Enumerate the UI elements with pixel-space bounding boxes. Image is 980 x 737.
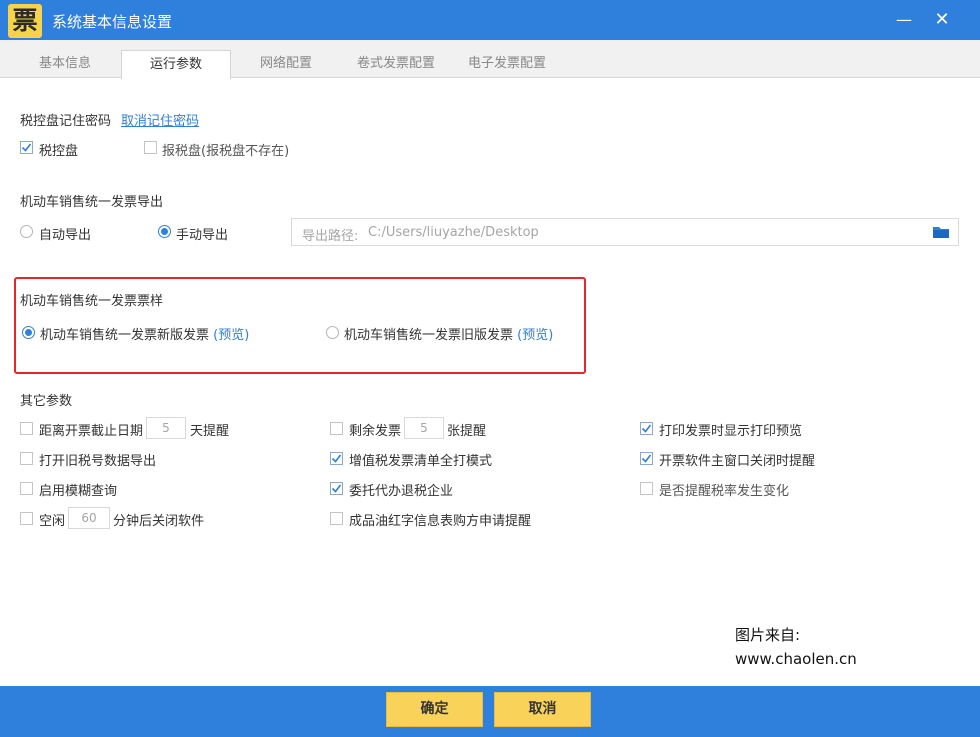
title-bar: 票 系统基本信息设置 — ✕ xyxy=(0,0,980,40)
close-icon[interactable]: ✕ xyxy=(930,8,954,32)
check-icon xyxy=(641,454,652,463)
manual-export-radio[interactable] xyxy=(158,225,171,238)
oil-red-info-label: 成品油红字信息表购方申请提醒 xyxy=(349,514,532,529)
tax-report-disk-checkbox[interactable] xyxy=(144,141,157,154)
cancel-button[interactable]: 取消 xyxy=(494,692,591,727)
tax-control-disk-checkbox[interactable] xyxy=(20,141,33,154)
vat-list-print-checkbox[interactable] xyxy=(330,452,343,465)
check-icon xyxy=(331,454,342,463)
export-path-field[interactable]: 导出路径: C:/Users/liuyazhe/Desktop xyxy=(291,218,959,246)
new-template-radio[interactable] xyxy=(22,326,35,339)
oil-red-info-checkbox[interactable] xyxy=(330,512,343,525)
close-reminder-checkbox[interactable] xyxy=(640,452,653,465)
tax-control-disk-label: 税控盘 xyxy=(39,144,79,159)
auto-export-radio[interactable] xyxy=(20,225,33,238)
old-tax-export-checkbox[interactable] xyxy=(20,452,33,465)
idle-minutes-input[interactable]: 60 xyxy=(68,507,110,529)
auto-export-label: 自动导出 xyxy=(39,228,92,243)
vat-list-print-label: 增值税发票清单全打模式 xyxy=(349,454,493,469)
close-reminder-label: 开票软件主窗口关闭时提醒 xyxy=(659,454,816,469)
confirm-button[interactable]: 确定 xyxy=(386,692,483,727)
idle-close-suffix: 分钟后关闭软件 xyxy=(113,514,205,529)
new-template-option: 机动车销售统一发票新版发票 (预览) xyxy=(40,324,249,343)
app-logo-icon: 票 xyxy=(8,4,42,38)
deadline-reminder-suffix: 天提醒 xyxy=(190,424,230,439)
remaining-invoice-prefix: 剩余发票 xyxy=(349,424,402,439)
check-icon xyxy=(641,424,652,433)
watermark-line2: www.chaolen.cn xyxy=(735,650,857,668)
cancel-remember-password-link[interactable]: 取消记住密码 xyxy=(121,110,199,129)
old-tax-export-label: 打开旧税号数据导出 xyxy=(39,454,157,469)
print-preview-checkbox[interactable] xyxy=(640,422,653,435)
deadline-days-input[interactable]: 5 xyxy=(146,417,186,439)
idle-close-checkbox[interactable] xyxy=(20,512,33,525)
tax-rate-change-checkbox[interactable] xyxy=(640,482,653,495)
tab-basic-info[interactable]: 基本信息 xyxy=(10,52,120,78)
entrusted-refund-checkbox[interactable] xyxy=(330,482,343,495)
fuzzy-search-label: 启用模糊查询 xyxy=(39,484,118,499)
manual-export-label: 手动导出 xyxy=(176,228,229,243)
folder-icon[interactable] xyxy=(932,224,950,240)
old-template-option: 机动车销售统一发票旧版发票 (预览) xyxy=(344,324,553,343)
print-preview-label: 打印发票时显示打印预览 xyxy=(659,424,803,439)
tax-report-disk-label: 报税盘(报税盘不存在) xyxy=(162,144,290,159)
new-template-preview-link[interactable]: (预览) xyxy=(213,328,249,343)
check-icon xyxy=(21,143,32,152)
tab-network[interactable]: 网络配置 xyxy=(232,52,340,78)
check-icon xyxy=(331,484,342,493)
tab-run-params[interactable]: 运行参数 xyxy=(121,50,231,79)
export-path-label: 导出路径: xyxy=(302,229,359,244)
export-path-value: C:/Users/liuyazhe/Desktop xyxy=(368,225,539,240)
idle-close-prefix: 空闲 xyxy=(39,514,66,529)
new-template-label: 机动车销售统一发票新版发票 xyxy=(40,328,210,343)
deadline-reminder-prefix: 距离开票截止日期 xyxy=(39,424,144,439)
other-params-title: 其它参数 xyxy=(20,394,73,409)
watermark-line1: 图片来自: xyxy=(735,626,801,644)
old-template-radio[interactable] xyxy=(326,326,339,339)
remaining-invoice-suffix: 张提醒 xyxy=(447,424,487,439)
remaining-invoice-checkbox[interactable] xyxy=(330,422,343,435)
vehicle-export-title: 机动车销售统一发票导出 xyxy=(20,195,164,210)
footer-bar: 确定 取消 xyxy=(0,686,980,737)
tab-e-invoice[interactable]: 电子发票配置 xyxy=(452,52,562,78)
tax-rate-change-label: 是否提醒税率发生变化 xyxy=(659,484,790,499)
old-template-label: 机动车销售统一发票旧版发票 xyxy=(344,328,514,343)
entrusted-refund-label: 委托代办退税企业 xyxy=(349,484,454,499)
minimize-icon[interactable]: — xyxy=(892,8,916,32)
window-title: 系统基本信息设置 xyxy=(52,13,173,31)
tab-bar: 基本信息 运行参数 网络配置 卷式发票配置 电子发票配置 xyxy=(0,40,980,79)
remaining-invoice-input[interactable]: 5 xyxy=(404,417,444,439)
vehicle-template-title: 机动车销售统一发票票样 xyxy=(20,294,164,309)
deadline-reminder-checkbox[interactable] xyxy=(20,422,33,435)
fuzzy-search-checkbox[interactable] xyxy=(20,482,33,495)
tab-roll-invoice[interactable]: 卷式发票配置 xyxy=(341,52,451,78)
old-template-preview-link[interactable]: (预览) xyxy=(517,328,553,343)
tax-disk-title: 税控盘记住密码 xyxy=(20,114,112,129)
